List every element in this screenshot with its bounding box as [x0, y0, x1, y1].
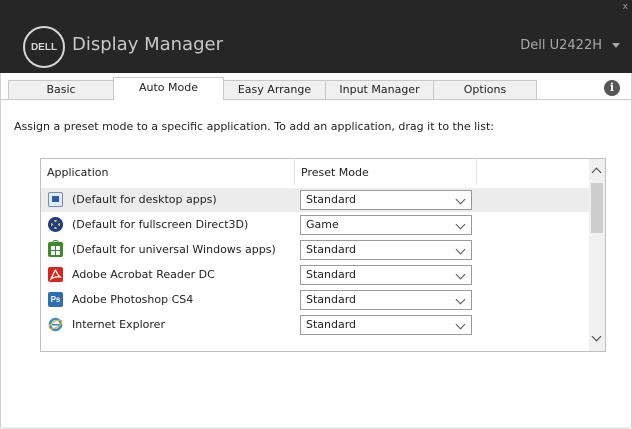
app-name: (Default for desktop apps) — [72, 193, 217, 206]
vertical-scrollbar[interactable] — [589, 159, 605, 351]
chevron-down-icon[interactable] — [612, 43, 620, 48]
directx-icon — [48, 217, 63, 232]
list-item[interactable]: (Default for desktop apps) Standard — [41, 188, 589, 212]
list-item[interactable]: Ps Adobe Photoshop CS4 Standard — [41, 288, 589, 312]
list-item[interactable]: Internet Explorer Standard — [41, 313, 589, 337]
preset-mode-select[interactable]: Standard — [300, 290, 472, 310]
close-icon[interactable]: x — [623, 2, 628, 12]
column-header-preset-mode[interactable]: Preset Mode — [301, 166, 369, 179]
column-divider — [294, 158, 295, 185]
tab-auto-mode[interactable]: Auto Mode — [113, 77, 224, 100]
preset-mode-value: Standard — [306, 268, 357, 281]
info-icon[interactable]: i — [604, 80, 620, 96]
chevron-down-icon[interactable] — [591, 331, 602, 342]
column-divider — [476, 158, 477, 185]
monitor-selector[interactable]: Dell U2422H — [520, 38, 602, 53]
preset-mode-value: Standard — [306, 318, 357, 331]
preset-mode-value: Standard — [306, 193, 357, 206]
chevron-down-icon — [455, 294, 466, 305]
tab-basic[interactable]: Basic — [8, 80, 114, 99]
photoshop-icon: Ps — [48, 292, 63, 307]
chevron-down-icon — [455, 219, 466, 230]
chevron-down-icon — [455, 244, 466, 255]
window-border-left — [0, 73, 1, 429]
scroll-thumb[interactable] — [591, 183, 603, 233]
chevron-down-icon — [455, 194, 466, 205]
app-name: (Default for fullscreen Direct3D) — [72, 218, 249, 231]
preset-mode-select[interactable]: Standard — [300, 315, 472, 335]
instructions-text: Assign a preset mode to a specific appli… — [14, 120, 494, 133]
tab-strip-divider — [0, 99, 632, 100]
preset-mode-select[interactable]: Standard — [300, 265, 472, 285]
column-header-application[interactable]: Application — [47, 166, 108, 179]
preset-mode-select[interactable]: Standard — [300, 190, 472, 210]
app-name: (Default for universal Windows apps) — [72, 243, 276, 256]
preset-mode-value: Standard — [306, 293, 357, 306]
list-item[interactable]: (Default for universal Windows apps) Sta… — [41, 238, 589, 262]
list-item[interactable]: (Default for fullscreen Direct3D) Game — [41, 213, 589, 237]
preset-mode-select[interactable]: Game — [300, 215, 472, 235]
list-item[interactable]: Adobe Acrobat Reader DC Standard — [41, 263, 589, 287]
app-name: Adobe Photoshop CS4 — [72, 293, 194, 306]
preset-mode-value: Standard — [306, 243, 357, 256]
app-name: Adobe Acrobat Reader DC — [72, 268, 215, 281]
tab-easy-arrange[interactable]: Easy Arrange — [223, 80, 326, 99]
app-title: Display Manager — [72, 34, 223, 55]
chevron-up-icon[interactable] — [591, 167, 602, 178]
tab-input-manager[interactable]: Input Manager — [325, 80, 434, 99]
dell-logo: DELL — [23, 26, 65, 68]
internet-explorer-icon — [48, 317, 63, 332]
chevron-down-icon — [455, 319, 466, 330]
acrobat-icon — [48, 267, 63, 282]
tab-options[interactable]: Options — [433, 80, 537, 99]
desktop-app-icon — [48, 192, 63, 207]
chevron-down-icon — [455, 269, 466, 280]
windows-store-icon — [48, 240, 63, 257]
app-name: Internet Explorer — [72, 318, 165, 331]
preset-mode-select[interactable]: Standard — [300, 240, 472, 260]
title-bar: DELL Display Manager Dell U2422H x — [0, 0, 632, 73]
preset-mode-value: Game — [306, 218, 339, 231]
